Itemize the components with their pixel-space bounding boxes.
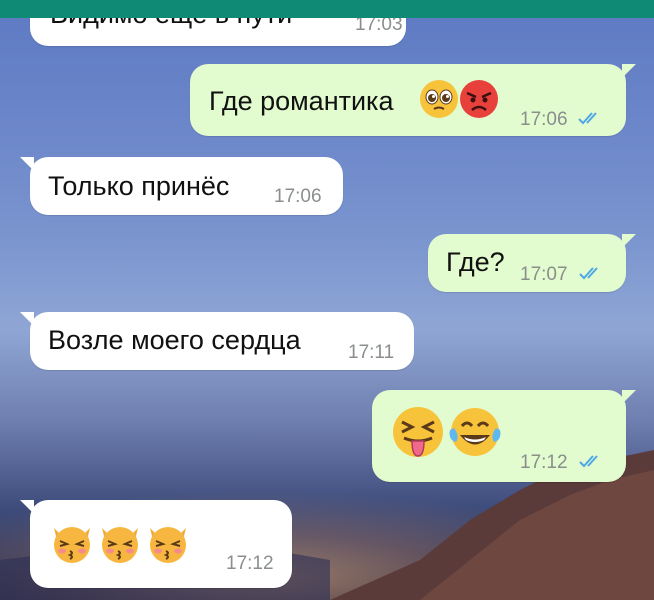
message-time: 17:06 (520, 109, 568, 130)
message-text: Где романтика (209, 86, 394, 116)
chat-screen: Видимо ещё в пути 17:03 Где романтика 17… (0, 0, 654, 600)
kissing-cat-icon (150, 527, 186, 563)
message-bubble-outgoing[interactable]: 17:12 (372, 390, 636, 482)
kissing-cat-icon (54, 527, 90, 563)
squinting-tongue-face-icon (393, 407, 443, 457)
angry-face-icon (460, 80, 498, 118)
message-text: Где? (446, 247, 505, 277)
message-time: 17:07 (520, 264, 568, 285)
message-time: 17:06 (274, 186, 322, 207)
tears-of-joy-face-icon (449, 408, 501, 456)
message-text: Возле моего сердца (48, 325, 301, 355)
message-bubble-outgoing[interactable]: Где? 17:07 (428, 234, 636, 292)
header-bar (0, 0, 654, 18)
read-receipt-icon (579, 455, 598, 468)
message-text: Только принёс (48, 171, 230, 201)
message-time: 17:12 (520, 452, 568, 473)
message-bubble-incoming[interactable]: 17:12 (20, 500, 292, 588)
read-receipt-icon (578, 112, 597, 125)
pleading-face-icon (420, 80, 458, 118)
message-bubble-incoming[interactable]: Возле моего сердца 17:11 (20, 312, 414, 370)
kissing-cat-icon (102, 527, 138, 563)
message-bubble-outgoing[interactable]: Где романтика 17:06 (190, 64, 636, 136)
message-bubble-incoming[interactable]: Только принёс 17:06 (20, 157, 343, 215)
message-time: 17:11 (348, 342, 395, 363)
read-receipt-icon (579, 267, 598, 280)
message-time: 17:12 (226, 553, 274, 574)
